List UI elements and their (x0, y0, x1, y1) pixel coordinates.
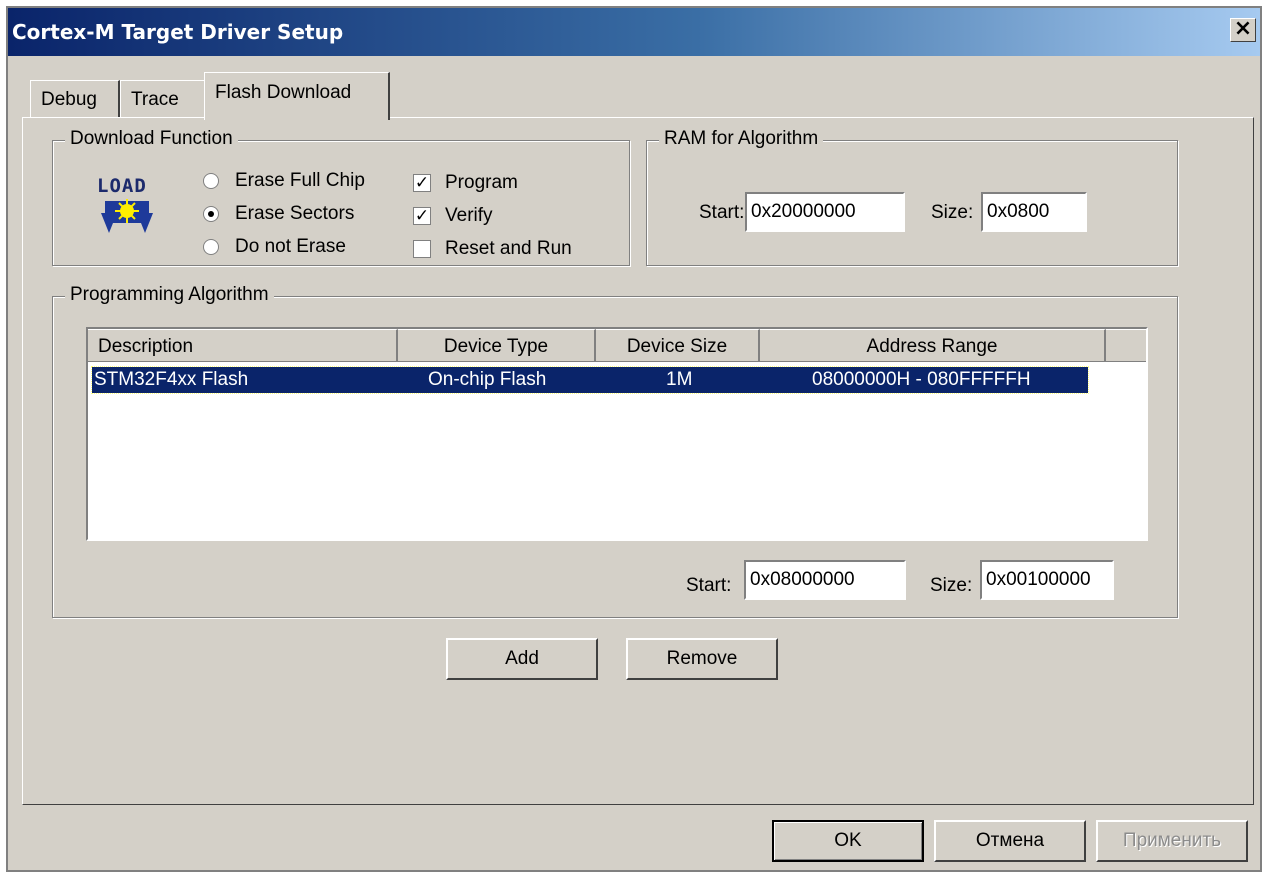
ram-size-label: Size: (931, 202, 974, 223)
ram-start-label: Start: (699, 202, 745, 223)
tab-trace-label: Trace (131, 89, 179, 110)
radio-do-not-erase-label: Do not Erase (235, 236, 346, 257)
radio-erase-full-chip-label: Erase Full Chip (235, 170, 365, 191)
ram-for-algorithm-label: RAM for Algorithm (659, 128, 824, 150)
cancel-button[interactable]: Отмена (934, 820, 1086, 862)
download-function-label: Download Function (65, 128, 238, 150)
add-button[interactable]: Add (446, 638, 598, 680)
dialog-window: Cortex-M Target Driver Setup × Debug Tra… (6, 6, 1262, 872)
radio-erase-sectors-circle[interactable] (203, 206, 219, 222)
window-title: Cortex-M Target Driver Setup (12, 20, 344, 44)
tab-flash-download-label: Flash Download (215, 82, 352, 103)
ram-start-input[interactable]: 0x20000000 (745, 192, 905, 232)
tab-trace[interactable]: Trace (120, 80, 206, 118)
flash-start-label: Start: (686, 575, 732, 596)
checkbox-program-label: Program (445, 172, 518, 193)
cell-description: STM32F4xx Flash (94, 369, 249, 390)
programming-algorithm-label: Programming Algorithm (65, 284, 274, 306)
checkbox-reset-and-run-label: Reset and Run (445, 238, 572, 259)
radio-do-not-erase-circle[interactable] (203, 239, 219, 255)
column-header-description[interactable]: Description (88, 329, 398, 362)
close-button[interactable]: × (1230, 18, 1256, 42)
column-device-size-label: Device Size (626, 336, 728, 357)
tab-debug[interactable]: Debug (30, 80, 120, 118)
flash-size-label: Size: (930, 575, 973, 596)
remove-button[interactable]: Remove (626, 638, 778, 680)
download-function-group: Download Function LOAD Erase Full Chip E… (52, 128, 630, 266)
radio-erase-sectors-label: Erase Sectors (235, 203, 355, 224)
tab-flash-download[interactable]: Flash Download (204, 72, 390, 120)
ok-button[interactable]: OK (772, 820, 924, 862)
apply-button[interactable]: Применить (1096, 820, 1248, 862)
column-header-address-range[interactable]: Address Range (760, 329, 1106, 362)
cell-address-range: 08000000H - 080FFFFFH (812, 369, 1031, 390)
checkbox-verify-label: Verify (445, 205, 493, 226)
column-address-range-label: Address Range (866, 336, 998, 357)
cell-device-type: On-chip Flash (428, 369, 547, 390)
flash-start-input[interactable]: 0x08000000 (744, 560, 906, 600)
checkbox-verify-box[interactable]: ✓ (413, 207, 431, 225)
column-header-filler (1106, 329, 1146, 362)
column-description-label: Description (98, 336, 194, 357)
column-device-type-label: Device Type (443, 336, 549, 357)
ram-for-algorithm-group: RAM for Algorithm Start: 0x20000000 Size… (646, 128, 1178, 266)
load-icon-text: LOAD (97, 175, 147, 197)
ram-size-input[interactable]: 0x0800 (981, 192, 1087, 232)
close-icon: × (1233, 16, 1253, 41)
load-icon: LOAD (97, 173, 157, 237)
title-bar[interactable]: Cortex-M Target Driver Setup × (8, 8, 1260, 56)
checkbox-reset-and-run-box[interactable] (413, 240, 431, 258)
radio-erase-full-chip-circle[interactable] (203, 173, 219, 189)
load-icon-graphic (101, 199, 153, 233)
tab-debug-label: Debug (41, 89, 97, 110)
cell-device-size: 1M (666, 369, 693, 390)
checkbox-program-box[interactable]: ✓ (413, 174, 431, 192)
column-header-device-size[interactable]: Device Size (596, 329, 760, 362)
column-header-device-type[interactable]: Device Type (398, 329, 596, 362)
algorithm-list[interactable]: Description Device Type Device Size Addr… (86, 327, 1148, 541)
flash-size-input[interactable]: 0x00100000 (980, 560, 1114, 600)
table-row[interactable]: STM32F4xx Flash On-chip Flash 1M 0800000… (91, 366, 1089, 394)
